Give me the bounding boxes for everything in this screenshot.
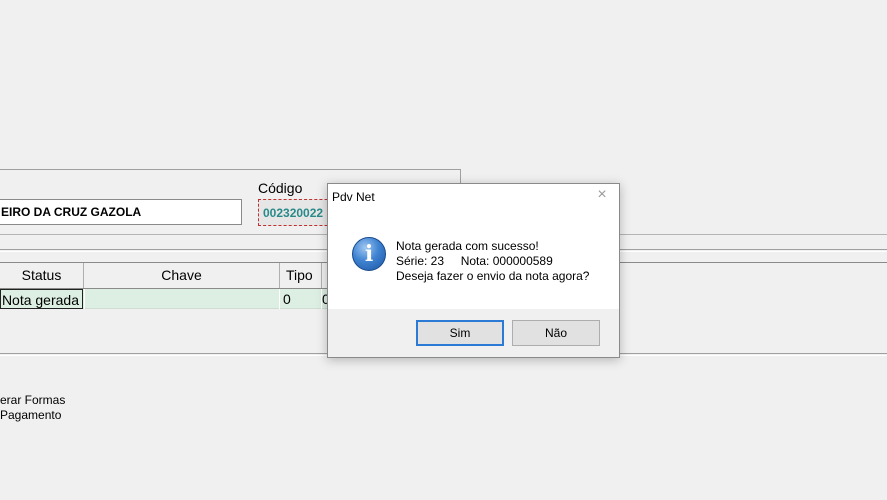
grid-cell-status[interactable]: Nota gerada xyxy=(0,289,83,309)
dialog-message-line-2: Série: 23 Nota: 000000589 xyxy=(396,254,553,268)
grid-header-tipo[interactable]: Tipo xyxy=(280,263,322,288)
pagamento-label[interactable]: Pagamento xyxy=(0,408,61,422)
dialog-message-line-1: Nota gerada com sucesso! xyxy=(396,239,539,253)
codigo-label: Código xyxy=(258,180,303,196)
info-icon: i xyxy=(352,237,386,271)
no-button[interactable]: Não xyxy=(512,320,600,346)
group-frame-line xyxy=(0,169,461,170)
client-name-field[interactable]: EIRO DA CRUZ GAZOLA xyxy=(0,199,242,225)
alterar-formas-label[interactable]: erar Formas xyxy=(0,393,65,407)
info-icon-glyph: i xyxy=(364,241,374,267)
dialog-title: Pdv Net xyxy=(332,190,375,204)
grid-header-chave[interactable]: Chave xyxy=(84,263,280,288)
message-dialog: Pdv Net × i Nota gerada com sucesso! Sér… xyxy=(327,183,620,358)
yes-button[interactable]: Sim xyxy=(416,320,504,346)
column-divider xyxy=(84,289,85,309)
close-icon[interactable]: × xyxy=(594,187,610,203)
column-divider xyxy=(279,289,280,309)
dialog-message-line-3: Deseja fazer o envio da nota agora? xyxy=(396,269,590,283)
grid-cell-tipo[interactable]: 0 xyxy=(283,289,313,309)
grid-header-status[interactable]: Status xyxy=(0,263,84,288)
